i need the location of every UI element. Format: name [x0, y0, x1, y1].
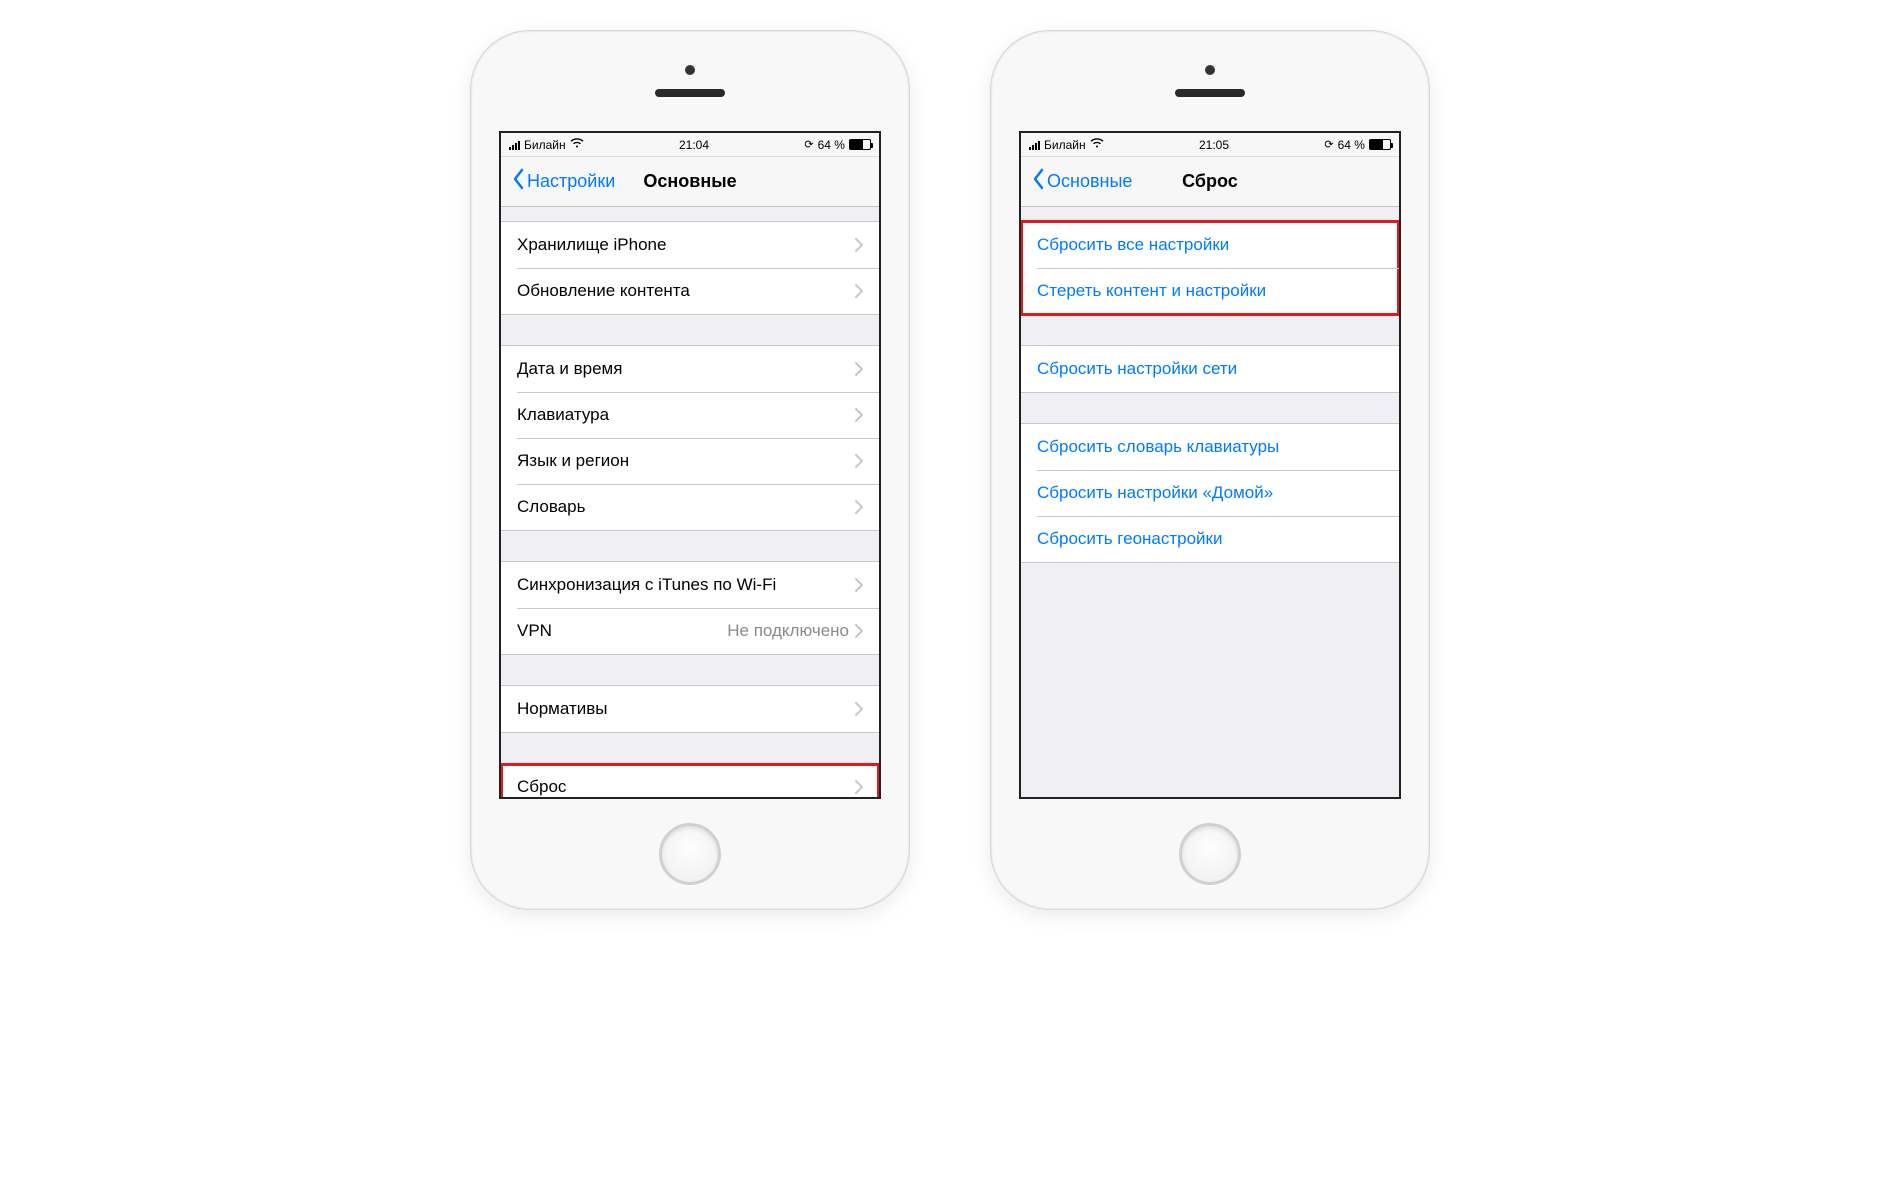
chevron-right-icon: [855, 362, 863, 376]
status-right: ⟳ 64 %: [804, 138, 871, 152]
settings-group: Нормативы: [501, 685, 879, 733]
settings-row[interactable]: Синхронизация с iTunes по Wi-Fi: [501, 562, 879, 608]
battery-pct: 64 %: [818, 138, 845, 152]
back-label: Основные: [1047, 171, 1132, 192]
row-label: Язык и регион: [517, 451, 855, 471]
row-label: Стереть контент и настройки: [1037, 281, 1383, 301]
status-right: ⟳ 64 %: [1324, 138, 1391, 152]
status-bar: Билайн 21:04 ⟳ 64 %: [501, 133, 879, 157]
back-label: Настройки: [527, 171, 615, 192]
settings-row[interactable]: Клавиатура: [501, 392, 879, 438]
screen-left: Билайн 21:04 ⟳ 64 % Настройки Основные Х…: [499, 131, 881, 799]
row-label: Сброс: [517, 777, 855, 797]
settings-group: Синхронизация с iTunes по Wi-Fi VPNНе под…: [501, 561, 879, 655]
iphone-device-left: Билайн 21:04 ⟳ 64 % Настройки Основные Х…: [470, 30, 910, 910]
row-label: Сбросить настройки сети: [1037, 359, 1383, 379]
row-label: Дата и время: [517, 359, 855, 379]
settings-row[interactable]: VPNНе подключено: [501, 608, 879, 654]
settings-group: Хранилище iPhone Обновление контента: [501, 221, 879, 315]
row-label: Клавиатура: [517, 405, 855, 425]
status-time: 21:05: [1199, 138, 1229, 152]
status-left: Билайн: [509, 138, 584, 152]
chevron-right-icon: [855, 454, 863, 468]
settings-row[interactable]: Обновление контента: [501, 268, 879, 314]
home-button[interactable]: [659, 823, 721, 885]
battery-icon: [1369, 139, 1391, 150]
settings-row[interactable]: Сбросить настройки сети: [1021, 346, 1399, 392]
chevron-right-icon: [855, 500, 863, 514]
settings-row[interactable]: Сброс: [501, 764, 879, 797]
settings-row[interactable]: Сбросить настройки «Домой»: [1021, 470, 1399, 516]
signal-icon: [1029, 140, 1040, 150]
settings-content[interactable]: Хранилище iPhone Обновление контента Дата …: [501, 207, 879, 797]
chevron-left-icon: [1031, 168, 1045, 195]
nav-bar: Основные Сброс: [1021, 157, 1399, 207]
camera-dot: [1205, 65, 1215, 75]
chevron-right-icon: [855, 624, 863, 638]
settings-row[interactable]: Язык и регион: [501, 438, 879, 484]
chevron-right-icon: [855, 780, 863, 794]
settings-row[interactable]: Словарь: [501, 484, 879, 530]
row-label: Хранилище iPhone: [517, 235, 855, 255]
home-button[interactable]: [1179, 823, 1241, 885]
row-label: Словарь: [517, 497, 855, 517]
status-time: 21:04: [679, 138, 709, 152]
settings-row[interactable]: Сбросить геонастройки: [1021, 516, 1399, 562]
settings-group: Сбросить словарь клавиатуры Сбросить наст…: [1021, 423, 1399, 563]
row-label: VPN: [517, 621, 727, 641]
row-label: Синхронизация с iTunes по Wi-Fi: [517, 575, 855, 595]
settings-row[interactable]: Сбросить словарь клавиатуры: [1021, 424, 1399, 470]
settings-group: Сбросить все настройки Стереть контент и …: [1021, 221, 1399, 315]
rotation-lock-icon: ⟳: [804, 138, 813, 151]
iphone-device-right: Билайн 21:05 ⟳ 64 % Основные Сброс Сброс…: [990, 30, 1430, 910]
status-left: Билайн: [1029, 138, 1104, 152]
wifi-icon: [1090, 138, 1104, 151]
chevron-right-icon: [855, 238, 863, 252]
speaker-slot: [1175, 89, 1245, 97]
battery-icon: [849, 139, 871, 150]
carrier-label: Билайн: [524, 138, 566, 152]
screen-right: Билайн 21:05 ⟳ 64 % Основные Сброс Сброс…: [1019, 131, 1401, 799]
chevron-left-icon: [511, 168, 525, 195]
settings-row[interactable]: Нормативы: [501, 686, 879, 732]
row-label: Обновление контента: [517, 281, 855, 301]
chevron-right-icon: [855, 408, 863, 422]
status-bar: Билайн 21:05 ⟳ 64 %: [1021, 133, 1399, 157]
settings-row[interactable]: Стереть контент и настройки: [1021, 268, 1399, 314]
settings-content[interactable]: Сбросить все настройки Стереть контент и …: [1021, 207, 1399, 797]
settings-row[interactable]: Сбросить все настройки: [1021, 222, 1399, 268]
wifi-icon: [570, 138, 584, 151]
row-label: Сбросить все настройки: [1037, 235, 1383, 255]
chevron-right-icon: [855, 702, 863, 716]
settings-group: Дата и время Клавиатура Язык и регион Слова…: [501, 345, 879, 531]
rotation-lock-icon: ⟳: [1324, 138, 1333, 151]
battery-pct: 64 %: [1338, 138, 1365, 152]
row-label: Сбросить настройки «Домой»: [1037, 483, 1383, 503]
settings-row[interactable]: Дата и время: [501, 346, 879, 392]
settings-group: СбросВыключить: [501, 763, 879, 797]
row-label: Сбросить геонастройки: [1037, 529, 1383, 549]
chevron-right-icon: [855, 284, 863, 298]
row-label: Сбросить словарь клавиатуры: [1037, 437, 1383, 457]
row-label: Нормативы: [517, 699, 855, 719]
settings-group: Сбросить настройки сети: [1021, 345, 1399, 393]
camera-dot: [685, 65, 695, 75]
nav-bar: Настройки Основные: [501, 157, 879, 207]
chevron-right-icon: [855, 578, 863, 592]
settings-row[interactable]: Хранилище iPhone: [501, 222, 879, 268]
back-button[interactable]: Основные: [1031, 168, 1132, 195]
speaker-slot: [655, 89, 725, 97]
row-value: Не подключено: [727, 621, 849, 641]
back-button[interactable]: Настройки: [511, 168, 615, 195]
carrier-label: Билайн: [1044, 138, 1086, 152]
signal-icon: [509, 140, 520, 150]
